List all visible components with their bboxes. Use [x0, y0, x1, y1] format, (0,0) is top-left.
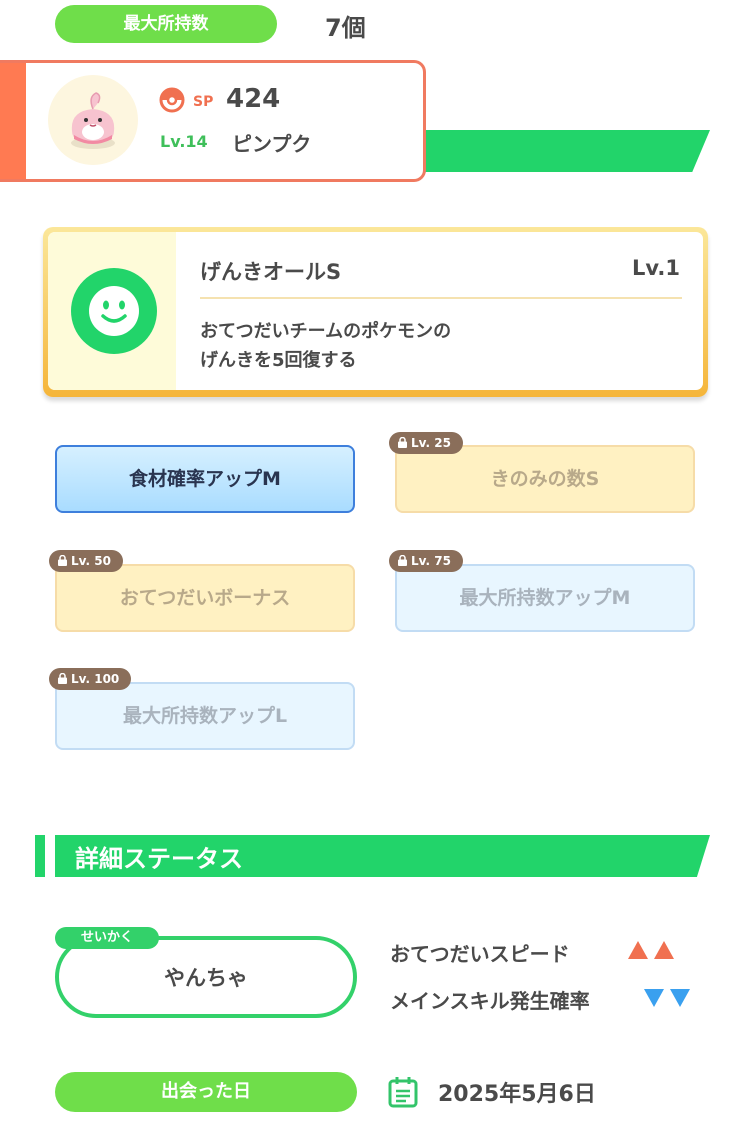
nature-tag: せいかく [55, 927, 159, 949]
lock-level-tag: Lv. 25 [389, 432, 463, 454]
max-capacity-value: 7個 [325, 14, 366, 42]
main-skill-name: げんきオールS [200, 260, 342, 284]
sub-skill-button[interactable]: きのみの数S [395, 445, 695, 513]
sub-skill-button[interactable]: 最大所持数アップL [55, 682, 355, 750]
lock-level-tag: Lv. 50 [49, 550, 123, 572]
lock-level-text: Lv. 25 [411, 436, 451, 450]
happiny-icon [71, 92, 115, 149]
down-arrows-icon [644, 989, 690, 1007]
smile-icon [71, 268, 157, 354]
met-date-label: 出会った日 [55, 1072, 357, 1112]
main-skill-description: おてつだいチームのポケモンの [200, 321, 452, 342]
sub-skill-button[interactable]: おてつだいボーナス [55, 564, 355, 632]
sp-value: 424 [226, 84, 281, 114]
main-skill-level: Lv.1 [632, 256, 680, 280]
lock-level-tag: Lv. 75 [389, 550, 463, 572]
pokemon-name: ピンプク [232, 132, 312, 156]
lock-icon [398, 437, 407, 448]
pokeball-icon [159, 87, 185, 113]
main-skill-description: げんきを5回復する [200, 350, 357, 371]
sub-skill-button[interactable]: 最大所持数アップM [395, 564, 695, 632]
stat-down-label: メインスキル発生確率 [390, 989, 590, 1013]
sp-label: SP [193, 94, 214, 110]
lock-level-tag: Lv. 100 [49, 668, 132, 690]
pokemon-level: Lv.14 [160, 132, 208, 151]
main-skill-divider [200, 297, 682, 299]
lock-level-text: Lv. 75 [411, 554, 451, 568]
section-title: 詳細ステータス [75, 845, 243, 873]
sub-skill-button[interactable]: 食材確率アップM [55, 445, 355, 513]
lock-level-text: Lv. 100 [71, 672, 120, 686]
card-accent-stripe [0, 63, 26, 179]
max-capacity-label: 最大所持数 [55, 5, 277, 43]
lock-icon [58, 555, 67, 566]
lock-icon [398, 555, 407, 566]
up-arrows-icon [628, 941, 674, 959]
nature-value: やんちゃ [164, 966, 248, 990]
section-accent [35, 835, 45, 877]
lock-level-text: Lv. 50 [71, 554, 111, 568]
pokemon-avatar [48, 75, 138, 165]
calendar-icon [388, 1077, 418, 1108]
lock-icon [58, 673, 67, 684]
stat-up-label: おてつだいスピード [390, 942, 570, 966]
met-date-value: 2025年5月6日 [438, 1082, 596, 1107]
